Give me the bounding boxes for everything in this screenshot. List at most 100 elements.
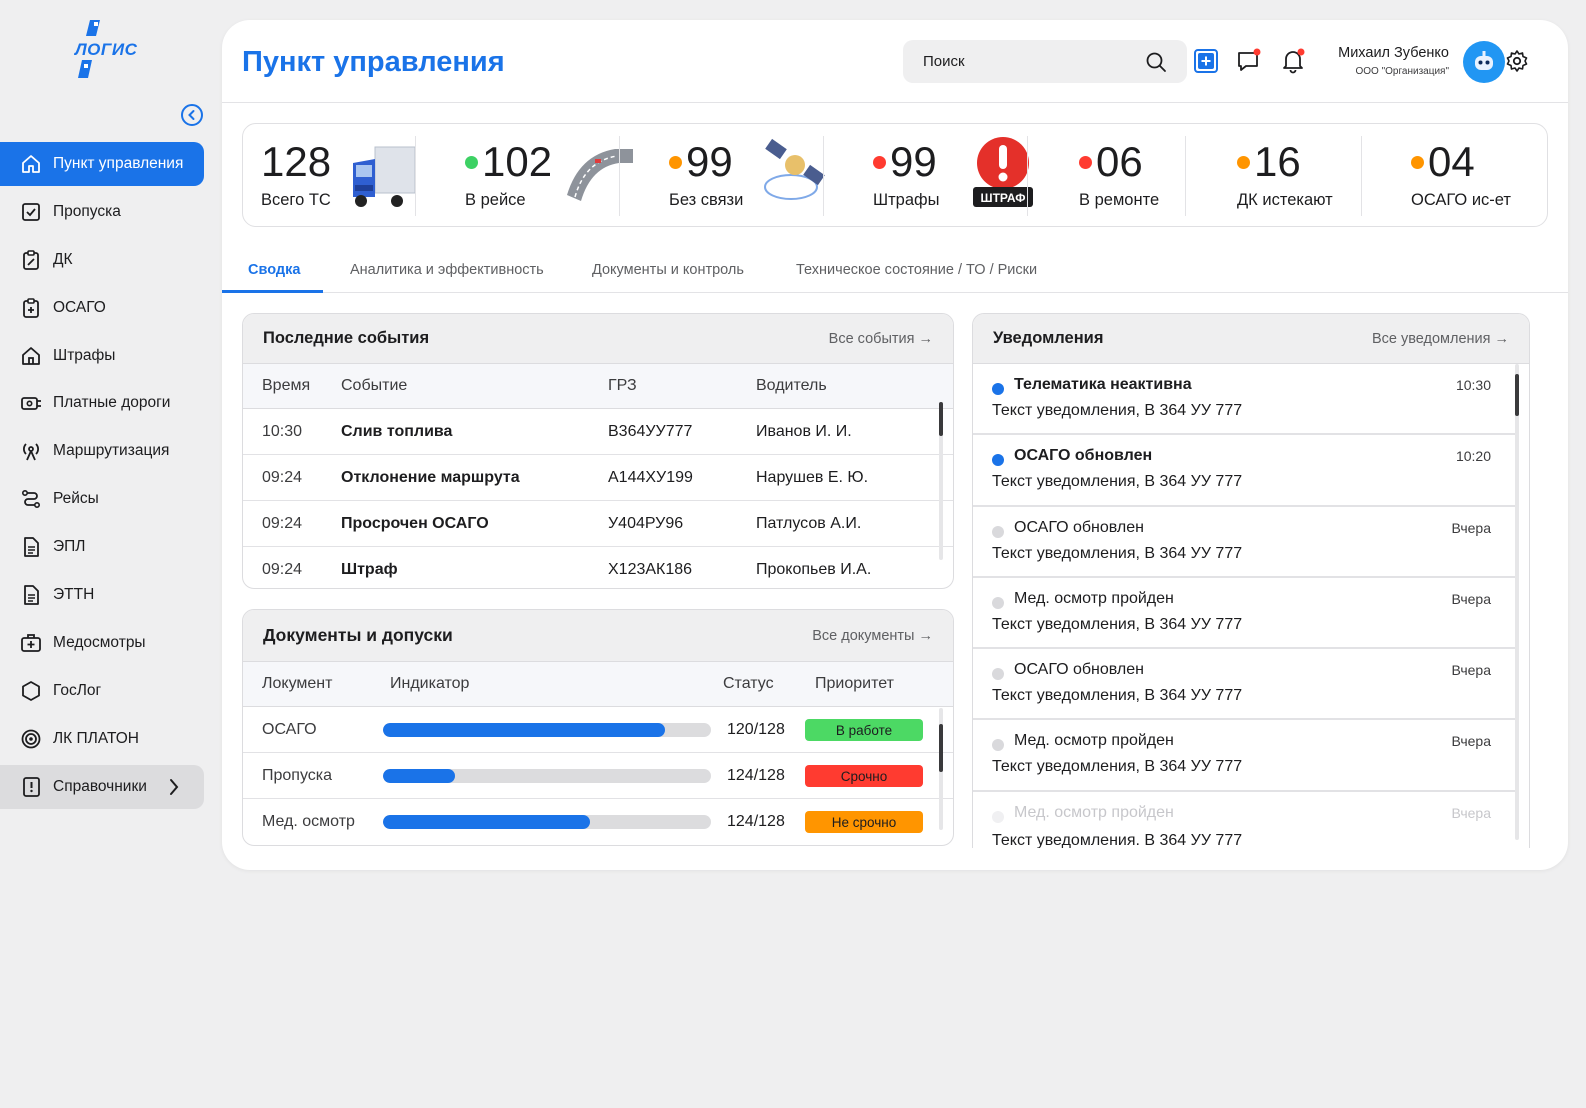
toll-road-icon [20, 392, 42, 414]
notification-time: Вчера [1451, 590, 1491, 607]
sidebar-item-control-center[interactable]: Пункт управления [0, 142, 204, 186]
stat-no-connection[interactable]: 99 Без связи [669, 124, 829, 228]
stat-dk-expiring[interactable]: 16 ДК истекают [1237, 124, 1377, 228]
documents-panel-header: Документы и допуски Все документы → [243, 610, 953, 662]
sidebar-item-medical[interactable]: Медосмотры [0, 621, 204, 665]
event-name: Просрочен ОСАГО [341, 514, 489, 532]
sidebar-item-ettn[interactable]: ЭТТН [0, 573, 204, 617]
notification-time: 10:20 [1455, 448, 1491, 465]
table-row[interactable]: ОСАГО 120/128 В работе [243, 707, 953, 753]
column-header[interactable]: Индикатор [390, 675, 469, 693]
search-input[interactable] [923, 53, 1145, 70]
sidebar-item-osago[interactable]: ОСАГО [0, 286, 204, 330]
event-time: 09:24 [262, 561, 303, 578]
column-header[interactable]: ГРЗ [608, 377, 637, 395]
sidebar-item-goslog[interactable]: ГосЛог [0, 669, 204, 713]
table-row[interactable]: 09:24 Отклонение маршрута А144ХУ199 Нару… [243, 455, 953, 501]
table-row[interactable]: Мед. осмотр 124/128 Не срочно [243, 799, 953, 845]
all-notifications-link[interactable]: Все уведомления → [1372, 331, 1509, 347]
stat-osago-expiring[interactable]: 04 ОСАГО ис-ет [1411, 124, 1541, 228]
tab-summary[interactable]: Сводка [248, 262, 300, 278]
notifications-button[interactable] [1280, 48, 1306, 74]
sidebar-item-references[interactable]: Справочники [0, 764, 204, 809]
user-name: Михаил Зубенко [1338, 45, 1449, 61]
events-panel-header: Последние события Все события → [243, 314, 953, 364]
stat-in-repair[interactable]: 06 В ремонте [1079, 124, 1219, 228]
settings-button[interactable] [1504, 48, 1530, 74]
table-row[interactable]: Пропуска 124/128 Срочно [243, 753, 953, 799]
column-header[interactable]: Статус [723, 675, 774, 693]
notification-item[interactable]: Мед. осмотр пройден Текст уведомления. В… [973, 792, 1515, 848]
notification-item[interactable]: Мед. осмотр пройден Текст уведомления, В… [973, 578, 1515, 650]
sidebar-item-label: ЛК ПЛАТОН [53, 729, 139, 747]
column-header[interactable]: Время [262, 377, 310, 395]
event-time: 10:30 [262, 422, 303, 440]
notification-item[interactable]: ОСАГО обновлен Текст уведомления, В 364 … [973, 435, 1515, 507]
table-row[interactable]: 10:30 Слив топлива В364УУ777 Иванов И. И… [243, 409, 953, 455]
notification-item[interactable]: Телематика неактивна Текст уведомления, … [973, 364, 1515, 436]
table-row[interactable]: 09:24 Просрочен ОСАГО У404РУ96 Патлусов … [243, 501, 953, 547]
notification-item[interactable]: Мед. осмотр пройден Текст уведомления, В… [973, 720, 1515, 792]
avatar[interactable] [1463, 41, 1505, 83]
sidebar-item-passes[interactable]: Пропуска [0, 190, 204, 234]
stat-fines[interactable]: 99 Штрафы ШТРАФ [873, 124, 1033, 228]
all-documents-link[interactable]: Все документы → [812, 628, 933, 644]
stat-value: 99 [669, 138, 733, 186]
all-events-link[interactable]: Все события → [829, 331, 933, 347]
logo[interactable]: ЛОГИС [68, 18, 138, 82]
status-dot [669, 155, 682, 169]
stat-value: 06 [1079, 138, 1143, 186]
event-name: Слив топлива [341, 422, 453, 440]
notification-item[interactable]: ОСАГО обновлен Текст уведомления, В 364 … [973, 507, 1515, 578]
fine-alert-icon: ШТРАФ [973, 137, 1033, 207]
progress-bar [383, 815, 711, 829]
add-button[interactable] [1193, 48, 1219, 74]
search-box[interactable] [903, 40, 1187, 83]
stat-on-trip[interactable]: 102 В рейсе [465, 124, 633, 228]
sidebar-item-dk[interactable]: ДК [0, 238, 204, 282]
sidebar-item-trips[interactable]: Рейсы [0, 477, 204, 521]
sidebar-item-platon[interactable]: ЛК ПЛАТОН [0, 717, 204, 761]
table-row[interactable]: 09:24 Штраф Х123АК186 Прокопьев И.А. [243, 547, 953, 588]
document-name: ОСАГО [262, 720, 317, 738]
stat-label: ОСАГО ис-ет [1411, 191, 1511, 209]
collapse-sidebar-button[interactable] [181, 104, 203, 126]
sidebar-item-epl[interactable]: ЭПЛ [0, 525, 204, 569]
sidebar-item-toll-roads[interactable]: Платные дороги [0, 381, 204, 425]
bell-icon [1283, 48, 1305, 74]
events-scrollbar-thumb[interactable] [939, 402, 943, 436]
notification-text: Текст уведомления, В 364 УУ 777 [992, 402, 1243, 419]
stat-divider [1185, 136, 1186, 216]
gear-icon [1506, 50, 1528, 72]
sidebar-item-label: Платные дороги [53, 394, 171, 412]
notification-item[interactable]: ОСАГО обновлен Текст уведомления, В 364 … [973, 649, 1515, 721]
notification-title: ОСАГО обновлен [1014, 661, 1144, 679]
column-header[interactable]: Водитель [756, 377, 827, 395]
tab-tech-state[interactable]: Техническое состояние / ТО / Риски [796, 262, 1037, 278]
event-name: Штраф [341, 561, 398, 578]
event-driver: Патлусов А.И. [756, 514, 862, 532]
notifications-scrollbar[interactable] [1515, 364, 1519, 840]
stat-total-vehicles[interactable]: 128 Всего ТС [261, 124, 421, 228]
search-icon[interactable] [1145, 51, 1167, 73]
notification-time: 10:30 [1455, 377, 1491, 393]
messages-button[interactable] [1236, 48, 1262, 74]
tab-analytics[interactable]: Аналитика и эффективность [350, 262, 544, 278]
documents-scrollbar-thumb[interactable] [939, 724, 943, 772]
column-header[interactable]: Событие [341, 377, 407, 395]
header-divider [222, 102, 1568, 103]
column-header[interactable]: Локумент [262, 675, 332, 693]
stat-label: Штрафы [873, 191, 940, 209]
chat-icon [1238, 48, 1261, 71]
sidebar-item-label: Справочники [53, 777, 147, 795]
priority-badge: Срочно [805, 765, 923, 787]
sidebar-item-routing[interactable]: Маршрутизация [0, 429, 204, 473]
status-dot [1079, 155, 1092, 169]
read-dot [992, 810, 1004, 823]
column-header[interactable]: Приоритет [815, 675, 894, 693]
events-title: Последние события [263, 329, 430, 347]
sidebar-item-fines[interactable]: Штрафы [0, 334, 204, 378]
tab-documents[interactable]: Документы и контроль [592, 262, 744, 278]
progress-fill [383, 769, 456, 783]
notifications-scrollbar-thumb[interactable] [1515, 374, 1519, 416]
